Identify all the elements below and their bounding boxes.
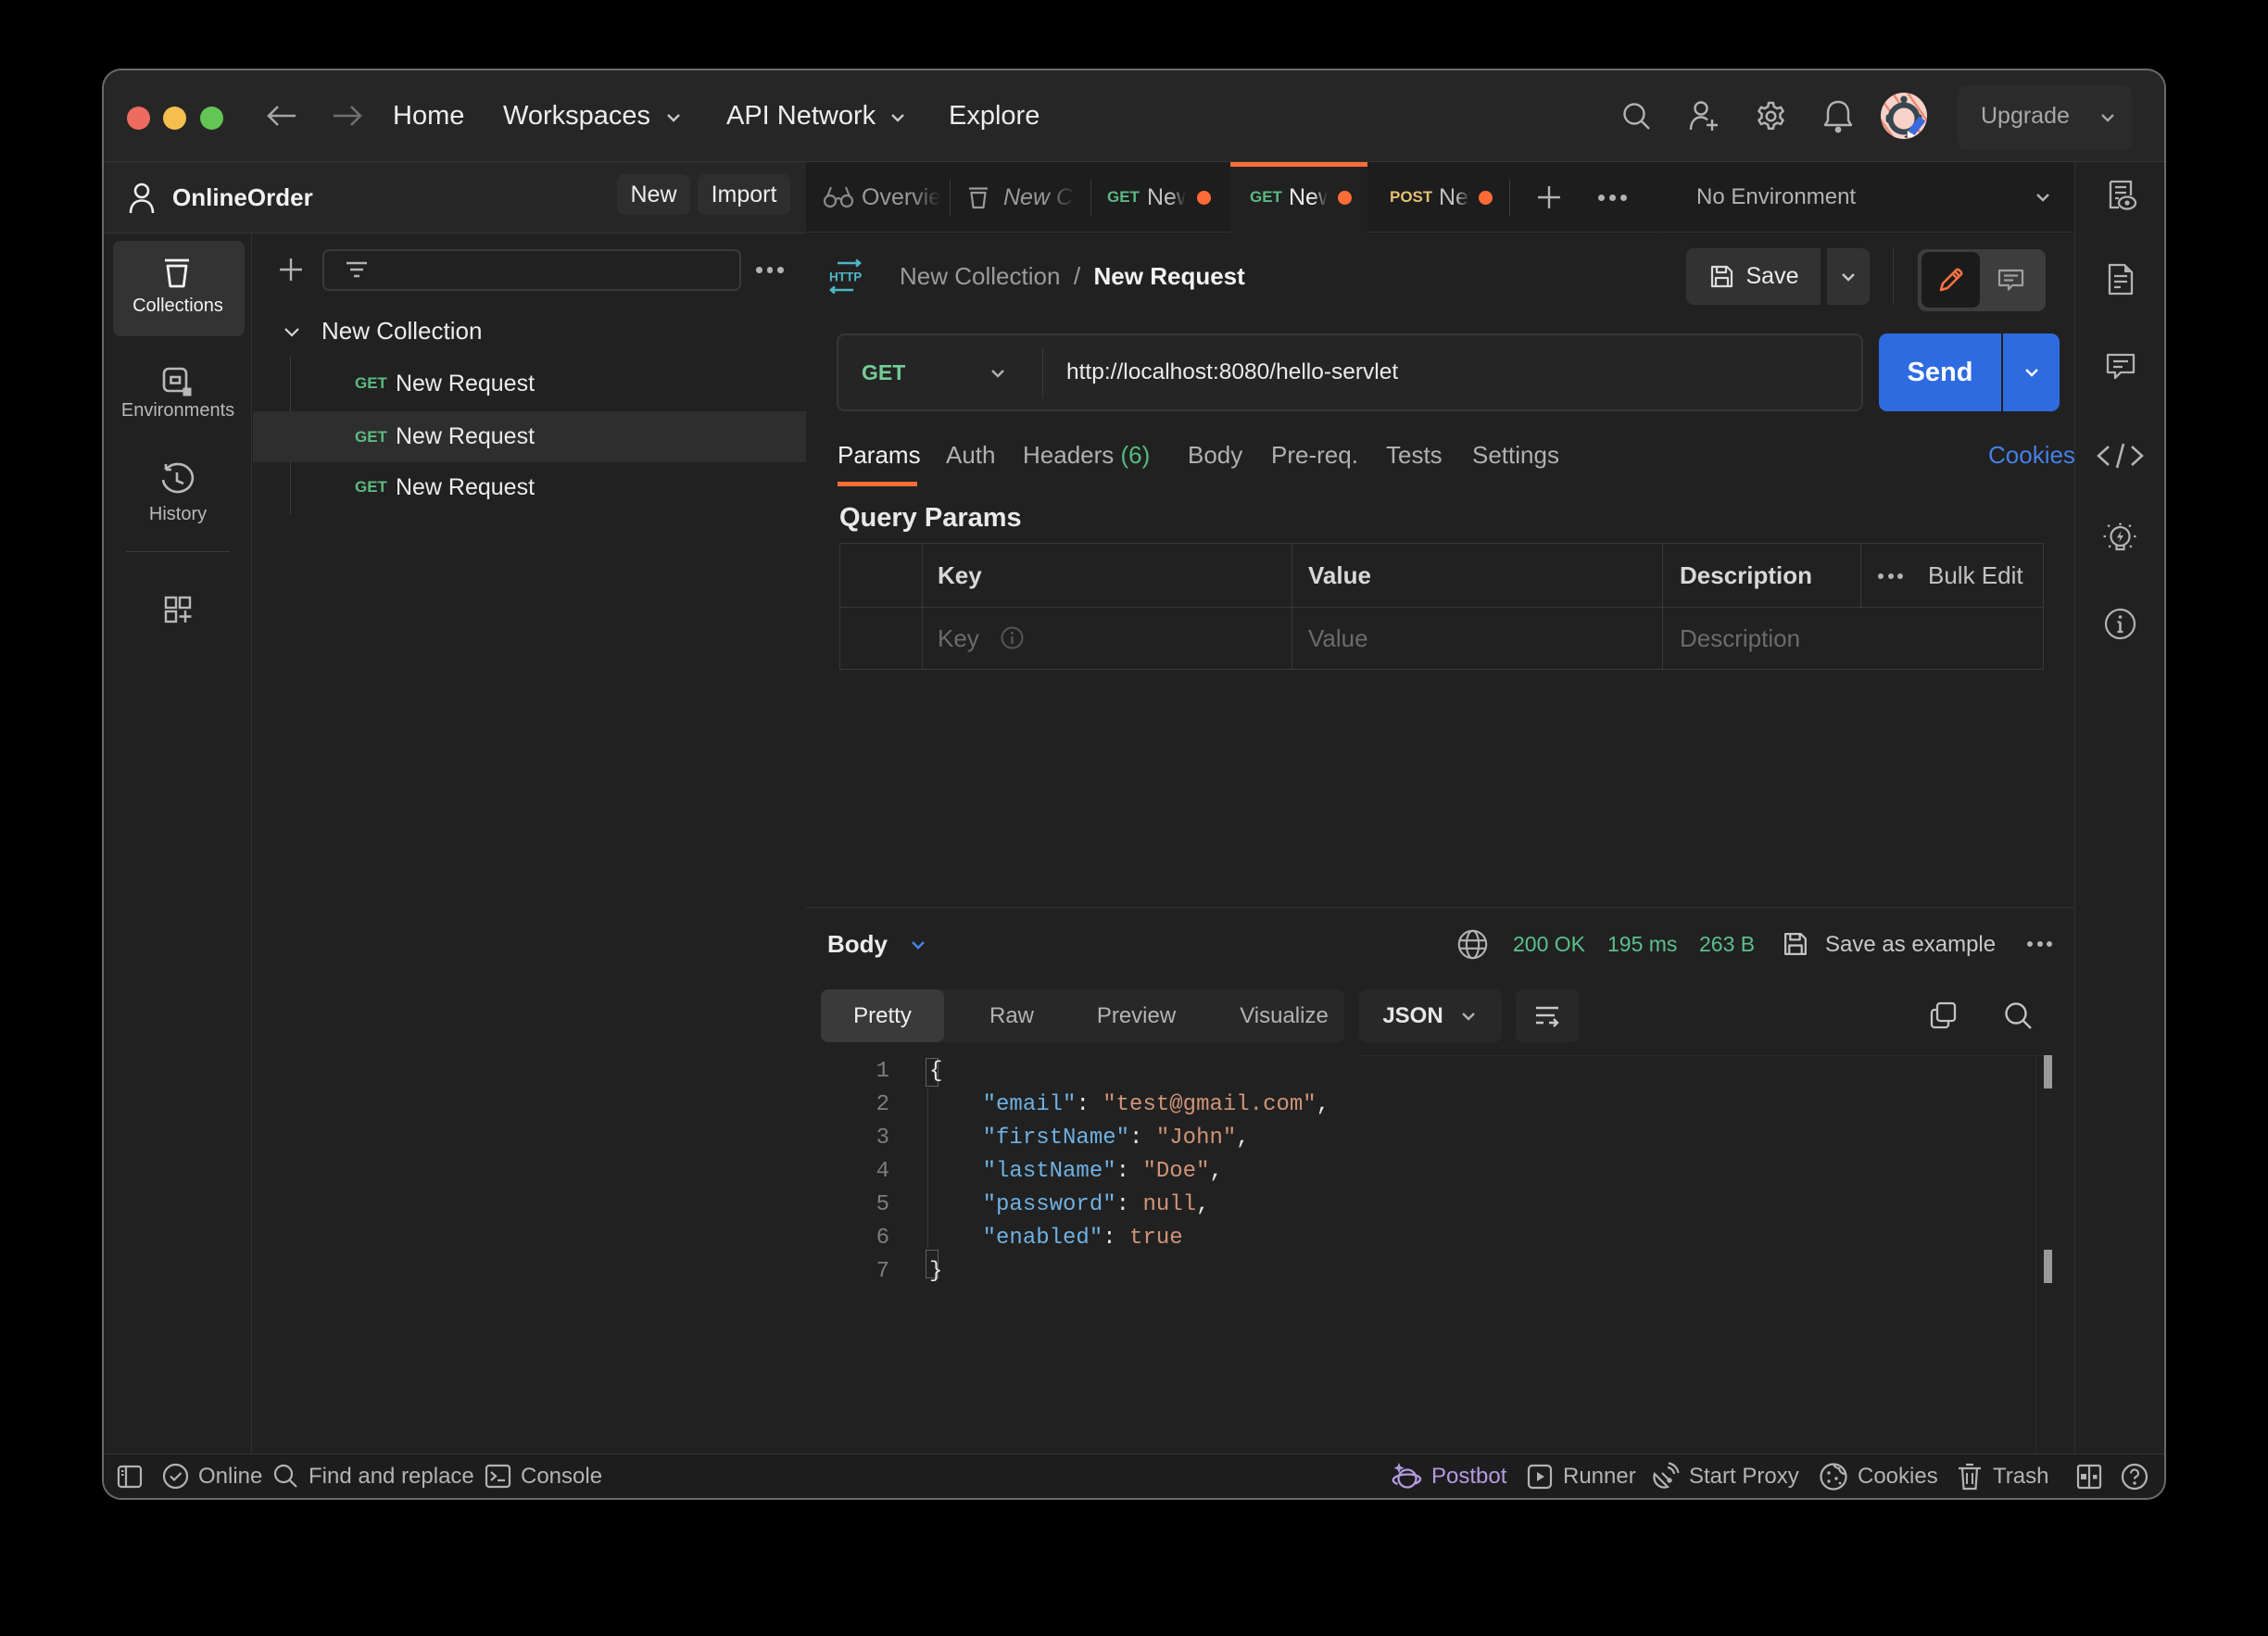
svg-text:HTTP: HTTP — [829, 271, 862, 284]
